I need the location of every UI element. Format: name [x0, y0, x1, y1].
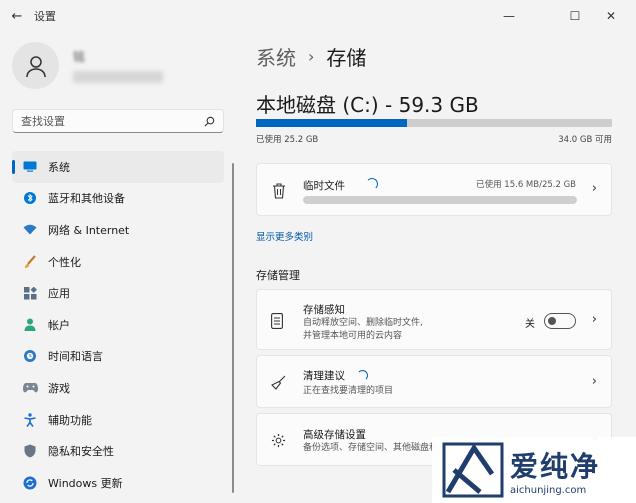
storage-sense-toggle[interactable]: [544, 313, 576, 329]
loading-spinner-icon: [366, 178, 378, 190]
cleanup-desc: 正在查找要清理的项目: [303, 386, 394, 396]
storage-sense-desc-2: 并管理本地可用的云内容: [303, 331, 403, 341]
cleanup-recommendations-card[interactable]: 清理建议 正在查找要清理的项目 ›: [256, 355, 612, 408]
loading-spinner-icon: [357, 370, 368, 381]
back-arrow-icon: ←: [11, 8, 23, 24]
close-button[interactable]: ✕: [594, 0, 628, 32]
monitor-icon: [22, 159, 38, 175]
globe-clock-icon: [22, 348, 38, 364]
sidebar-item-time-language[interactable]: 时间和语言: [12, 341, 224, 373]
gamepad-icon: [22, 380, 38, 396]
person-icon: [25, 55, 46, 77]
disk-usage-bar: [256, 119, 612, 127]
sidebar-item-accounts[interactable]: 帐户: [12, 309, 224, 341]
sidebar-item-label: 系统: [48, 160, 70, 174]
sidebar-item-label: 辅助功能: [48, 413, 92, 427]
sidebar-item-network[interactable]: 网络 & Internet: [12, 214, 224, 246]
sidebar-item-apps[interactable]: 应用: [12, 277, 224, 309]
minimize-icon: —: [503, 9, 515, 23]
search-placeholder: 查找设置: [21, 115, 65, 128]
cleanup-title: 清理建议: [303, 370, 345, 382]
temp-files-card[interactable]: 临时文件 已使用 15.6 MB/25.2 GB ›: [256, 163, 612, 216]
disk-available-label: 34.0 GB 可用: [558, 135, 612, 145]
sidebar-item-label: 个性化: [48, 255, 81, 269]
sidebar-item-label: 时间和语言: [48, 350, 103, 364]
page-title: 存储: [326, 46, 367, 70]
chevron-right-icon: ›: [308, 47, 315, 66]
minimize-button[interactable]: —: [492, 0, 526, 32]
trash-icon: [273, 183, 285, 199]
broom-icon: [271, 375, 286, 390]
show-more-link[interactable]: 显示更多类别: [256, 229, 313, 243]
back-button[interactable]: ←: [0, 0, 34, 32]
user-profile[interactable]: 铭: [12, 42, 163, 89]
sidebar-item-privacy[interactable]: 隐私和安全性: [12, 435, 224, 467]
watermark-logo: 爱纯净 aichunjing.com: [432, 437, 636, 503]
user-email-blurred: [73, 71, 163, 83]
sidebar-item-label: 网络 & Internet: [48, 223, 130, 237]
avatar: [12, 42, 59, 89]
storage-sense-card[interactable]: 存储感知 自动释放空间、删除临时文件, 并管理本地可用的云内容 关 ›: [256, 289, 612, 350]
breadcrumb-parent[interactable]: 系统: [256, 42, 296, 71]
chevron-right-icon: ›: [591, 181, 597, 196]
user-name: 铭: [73, 50, 86, 64]
temp-files-usage: 已使用 15.6 MB/25.2 GB: [476, 180, 576, 190]
sidebar-item-label: 应用: [48, 287, 70, 301]
disk-title: 本地磁盘 (C:) - 59.3 GB: [256, 93, 479, 117]
apps-icon: [22, 285, 38, 301]
sidebar-item-personalization[interactable]: 个性化: [12, 246, 224, 278]
title-bar: ← 设置: [0, 0, 636, 32]
advanced-storage-desc: 备份选项、存储空间、其他磁盘和...: [303, 443, 447, 453]
toggle-state-label: 关: [525, 319, 535, 330]
sidebar-item-label: Windows 更新: [48, 476, 123, 490]
wifi-icon: [22, 222, 38, 238]
brush-icon: [22, 254, 38, 270]
breadcrumb: 系统 › 存储: [256, 42, 366, 71]
sidebar-item-bluetooth[interactable]: 蓝牙和其他设备: [12, 183, 224, 215]
sidebar-scrollbar[interactable]: [232, 163, 234, 493]
storage-sense-desc-1: 自动释放空间、删除临时文件,: [303, 318, 423, 328]
storage-sense-icon: [271, 313, 283, 329]
shield-icon: [22, 443, 38, 459]
disk-usage-fill: [256, 119, 408, 127]
maximize-button[interactable]: ☐: [558, 0, 592, 32]
close-icon: ✕: [605, 9, 617, 23]
section-heading: 存储管理: [256, 269, 300, 282]
advanced-storage-title: 高级存储设置: [303, 429, 366, 441]
person-icon: [22, 317, 38, 333]
sidebar-item-label: 游戏: [48, 381, 70, 395]
sidebar-item-label: 隐私和安全性: [48, 445, 114, 459]
sidebar-item-label: 蓝牙和其他设备: [48, 192, 125, 206]
watermark-text: 爱纯净: [510, 449, 601, 483]
maximize-icon: ☐: [569, 9, 581, 23]
accessibility-icon: [22, 412, 38, 428]
chevron-right-icon: ›: [591, 312, 597, 327]
logo-mark-icon: [442, 442, 504, 498]
sidebar-item-windows-update[interactable]: Windows 更新: [12, 467, 224, 499]
update-icon: [22, 475, 38, 491]
bluetooth-icon: [22, 190, 38, 206]
temp-files-bar: [303, 196, 577, 204]
watermark-url: aichunjing.com: [510, 484, 587, 496]
temp-files-title: 临时文件: [303, 180, 345, 192]
sidebar-item-system[interactable]: 系统: [12, 151, 224, 183]
sidebar-nav: 系统 蓝牙和其他设备 网络 & Internet 个性化 应用 帐户 时间和语言…: [12, 151, 224, 499]
search-icon: [204, 116, 215, 126]
sidebar-item-gaming[interactable]: 游戏: [12, 372, 224, 404]
chevron-right-icon: ›: [591, 374, 597, 389]
disk-used-label: 已使用 25.2 GB: [256, 135, 319, 145]
sidebar-item-label: 帐户: [48, 318, 70, 332]
storage-sense-title: 存储感知: [303, 304, 345, 316]
gear-icon: [271, 433, 286, 448]
app-title: 设置: [34, 10, 56, 23]
search-input[interactable]: 查找设置: [12, 109, 224, 133]
sidebar-item-accessibility[interactable]: 辅助功能: [12, 404, 224, 436]
